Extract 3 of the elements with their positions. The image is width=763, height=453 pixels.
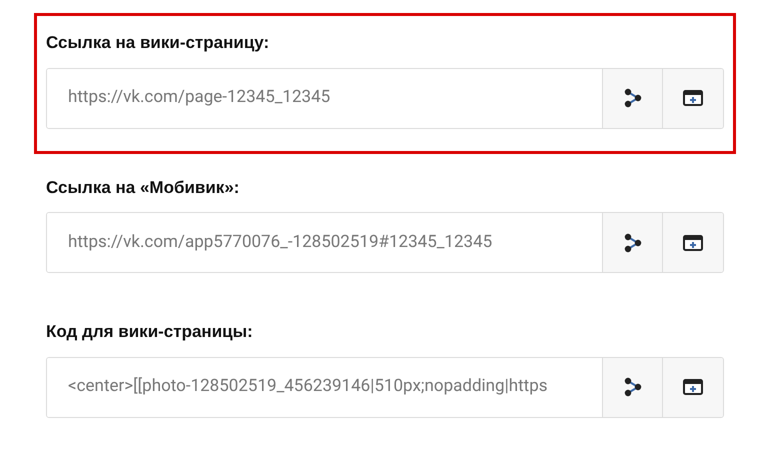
field-label: Код для вики-страницы: [46,321,254,343]
field-label: Ссылка на «Мобивик»: [46,176,240,198]
field-label: Ссылка на вики-страницу: [46,32,270,54]
